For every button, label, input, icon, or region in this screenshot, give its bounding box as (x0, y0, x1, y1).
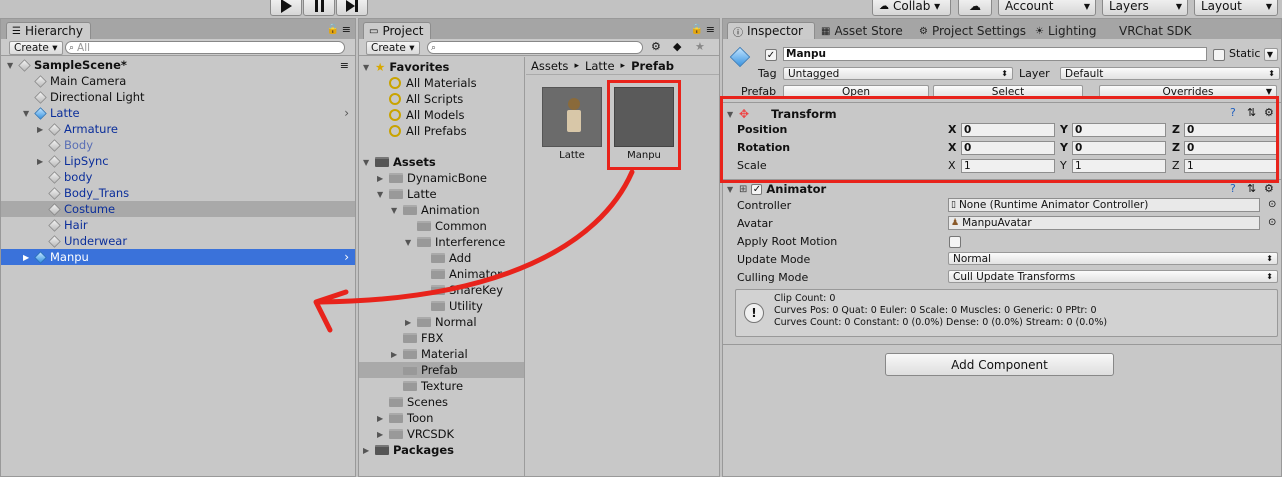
annotation-arrow (313, 169, 635, 333)
